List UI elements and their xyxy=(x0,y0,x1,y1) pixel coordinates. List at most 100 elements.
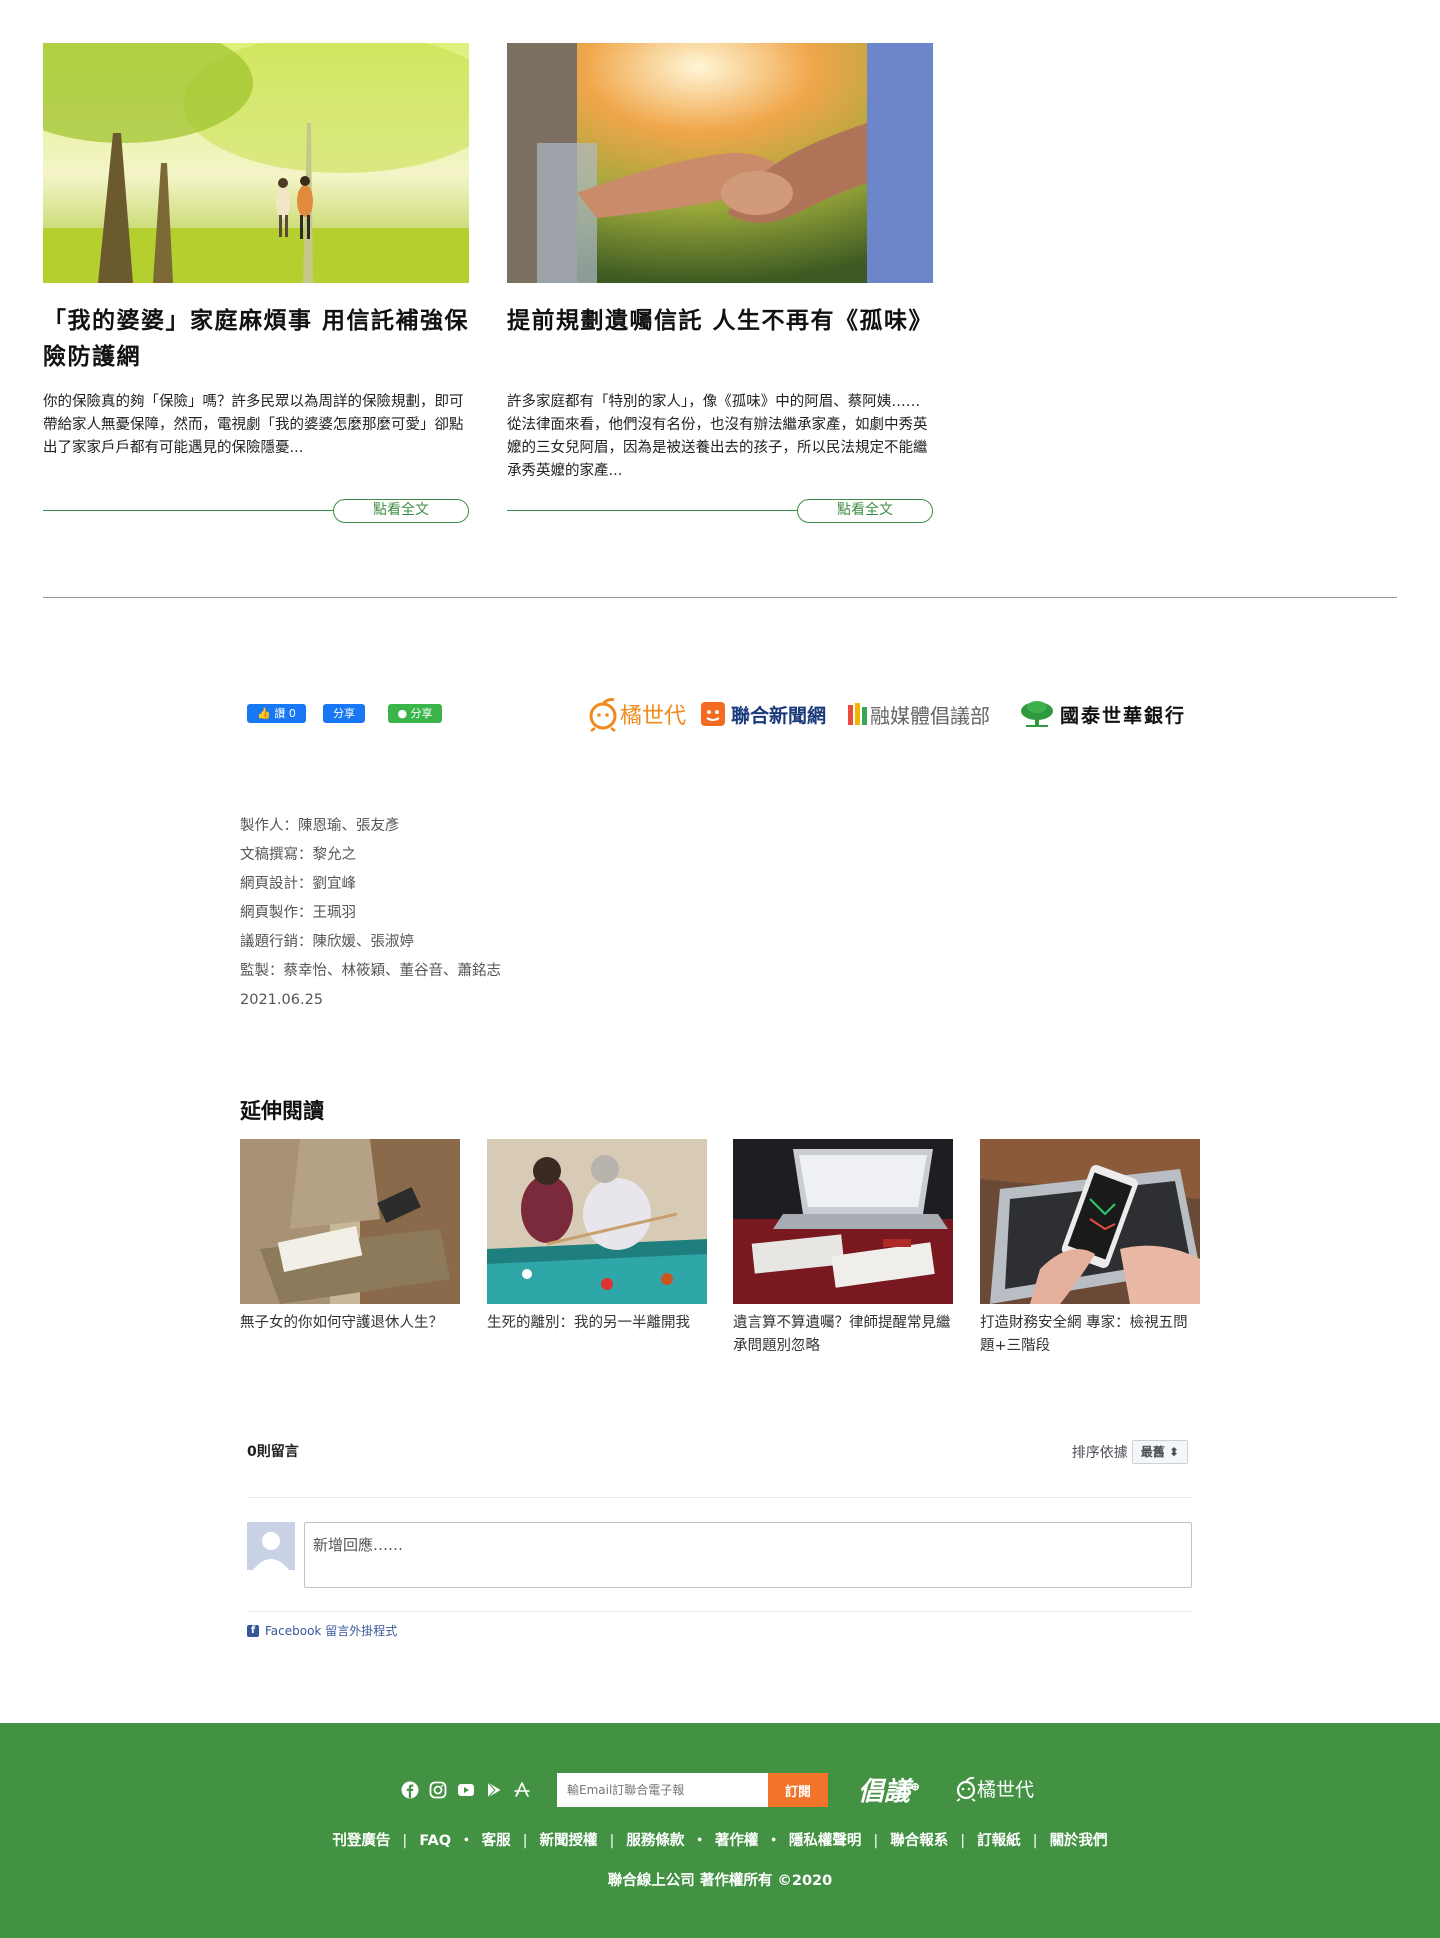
credit-line: 製作人：陳恩瑜、張友彥 xyxy=(240,818,400,834)
divider xyxy=(247,1611,1192,1612)
subscribe-button[interactable]: 訂閱 xyxy=(768,1773,828,1807)
readmore-row: 點看全文 xyxy=(507,499,933,523)
advocacy-logo-text: 倡議 xyxy=(858,1777,911,1807)
partner-name: 橘世代 xyxy=(620,704,687,729)
separator: | xyxy=(873,1833,879,1849)
facebook-share-button[interactable]: 分享 xyxy=(323,704,365,723)
related-thumbnail[interactable] xyxy=(980,1139,1200,1304)
footer-link-subscribe-paper[interactable]: 訂報紙 xyxy=(977,1833,1021,1849)
advocacy-icon xyxy=(848,703,867,725)
email-field[interactable] xyxy=(557,1773,768,1807)
facebook-comments: 0則留言 排序依據 最舊 ⬍ 新增回應…… f Facebook 留言外掛程式 xyxy=(247,1436,1192,1641)
avatar xyxy=(247,1522,295,1570)
partner-logos: 橘世代 聯合新聞網 融媒體倡議部 國泰世華銀行 xyxy=(588,692,1203,736)
article-image[interactable] xyxy=(43,43,469,283)
line-icon: ● xyxy=(397,707,408,720)
footer-link-advertise[interactable]: 刊登廣告 xyxy=(332,1833,390,1849)
section-divider xyxy=(43,597,1397,598)
udn-advocacy-logo[interactable]: 融媒體倡議部 xyxy=(846,692,990,736)
credits: 製作人：陳恩瑜、張友彥 文稿撰寫：黎允之 網頁設計：劉宜峰 網頁製作：王珮羽 議… xyxy=(240,812,740,1015)
comment-count: 0則留言 xyxy=(247,1444,299,1460)
line-share-label: 分享 xyxy=(410,707,433,720)
cathay-united-bank-logo[interactable]: 國泰世華銀行 xyxy=(1020,692,1186,736)
dot-separator: ・ xyxy=(692,1833,707,1849)
google-play-icon[interactable] xyxy=(485,1781,503,1799)
credit-line: 議題行銷：陳欣媛、張淑婷 xyxy=(240,934,414,950)
related-thumbnail[interactable] xyxy=(487,1139,707,1304)
sort-label: 排序依據 xyxy=(1071,1445,1128,1461)
footer-link-news-license[interactable]: 新聞授權 xyxy=(540,1833,598,1849)
partner-name: 國泰世華銀行 xyxy=(1060,704,1187,727)
footer-link-terms[interactable]: 服務條款 xyxy=(626,1833,684,1849)
youtube-icon[interactable] xyxy=(457,1781,475,1799)
related-caption[interactable]: 遺言算不算遺囑？律師提醒常見繼承問題別忽略 xyxy=(733,1312,953,1358)
related-item[interactable]: 生死的離別：我的另一半離開我 xyxy=(487,1139,707,1335)
decorative-line xyxy=(507,510,807,511)
plus-icon: ⊕ xyxy=(910,1779,921,1794)
read-more-button[interactable]: 點看全文 xyxy=(333,499,469,523)
related-reading-title: 延伸閱讀 xyxy=(240,1099,324,1123)
footer-link-privacy[interactable]: 隱私權聲明 xyxy=(789,1833,862,1849)
related-caption[interactable]: 打造財務安全網 專家：檢視五問題+三階段 xyxy=(980,1312,1200,1358)
article-title[interactable]: 提前規劃遺囑信託 人生不再有《孤味》 xyxy=(507,303,933,375)
related-item[interactable]: 無子女的你如何守護退休人生？ xyxy=(240,1139,460,1335)
plugin-label: Facebook 留言外掛程式 xyxy=(265,1624,398,1638)
footer-link-udn-group[interactable]: 聯合報系 xyxy=(890,1833,948,1849)
credit-line: 監製：蔡幸怡、林筱穎、董谷音、蕭銘志 xyxy=(240,963,501,979)
facebook-like-button[interactable]: 👍 讚 0 xyxy=(247,704,306,723)
article-cards: 「我的婆婆」家庭麻煩事 用信託補強保險防護網 你的保險真的夠「保險」嗎？許多民眾… xyxy=(43,43,933,523)
udn-logo[interactable]: 聯合新聞網 xyxy=(700,692,826,736)
article-image[interactable] xyxy=(507,43,933,283)
related-item[interactable]: 打造財務安全網 專家：檢視五問題+三階段 xyxy=(980,1139,1200,1358)
related-caption[interactable]: 生死的離別：我的另一半離開我 xyxy=(487,1312,707,1335)
dot-separator: ・ xyxy=(766,1833,781,1849)
orange-generation-text: 橘世代 xyxy=(977,1779,1035,1801)
related-thumbnail[interactable] xyxy=(240,1139,460,1304)
newsletter-subscribe: 訂閱 xyxy=(557,1773,828,1807)
readmore-row: 點看全文 xyxy=(43,499,469,523)
article-excerpt: 許多家庭都有「特別的家人」，像《孤味》中的阿眉、蔡阿姨……從法律面來看，他們沒有… xyxy=(507,394,928,479)
sort-select[interactable]: 最舊 ⬍ xyxy=(1131,1440,1188,1464)
facebook-plugin-link[interactable]: f Facebook 留言外掛程式 xyxy=(247,1622,397,1639)
footer-link-faq[interactable]: FAQ xyxy=(419,1833,451,1849)
separator: | xyxy=(960,1833,966,1849)
separator: | xyxy=(609,1833,615,1849)
social-links xyxy=(401,1780,541,1800)
article-card[interactable]: 「我的婆婆」家庭麻煩事 用信託補強保險防護網 你的保險真的夠「保險」嗎？許多民眾… xyxy=(43,43,469,523)
footer-nav: 刊登廣告 | FAQ ・客服 | 新聞授權 | 服務條款・著作權・隱私權聲明 | 聯合報系 | 訂報紙… xyxy=(0,1829,1440,1850)
credit-line: 網頁製作：王珮羽 xyxy=(240,905,356,921)
publish-date: 2021.06.25 xyxy=(240,992,324,1008)
related-item[interactable]: 遺言算不算遺囑？律師提醒常見繼承問題別忽略 xyxy=(733,1139,953,1358)
separator: | xyxy=(522,1833,528,1849)
app-store-icon[interactable] xyxy=(513,1781,531,1799)
line-share-button[interactable]: ● 分享 xyxy=(388,704,442,723)
default-avatar-icon xyxy=(247,1522,295,1570)
orange-mascot-icon xyxy=(589,698,617,732)
footer-link-about[interactable]: 關於我們 xyxy=(1050,1833,1108,1849)
facebook-icon[interactable] xyxy=(401,1781,419,1799)
footer-link-copyright[interactable]: 著作權 xyxy=(715,1833,759,1849)
read-more-button[interactable]: 點看全文 xyxy=(797,499,933,523)
orange-mascot-icon xyxy=(956,1776,976,1802)
thumbs-up-icon: 👍 xyxy=(257,707,271,720)
comment-input[interactable]: 新增回應…… xyxy=(304,1522,1192,1588)
credit-line: 網頁設計：劉宜峰 xyxy=(240,876,356,892)
dot-separator: ・ xyxy=(459,1833,474,1849)
credit-line: 文稿撰寫：黎允之 xyxy=(240,847,356,863)
decorative-line xyxy=(43,510,343,511)
instagram-icon[interactable] xyxy=(429,1781,447,1799)
facebook-like-label: 讚 0 xyxy=(274,707,296,720)
separator: | xyxy=(402,1833,408,1849)
article-title[interactable]: 「我的婆婆」家庭麻煩事 用信託補強保險防護網 xyxy=(43,303,469,375)
orange-generation-logo[interactable]: 橘世代 xyxy=(588,692,686,736)
article-excerpt: 你的保險真的夠「保險」嗎？許多民眾以為周詳的保險規劃，即可帶給家人無憂保障，然而… xyxy=(43,394,464,456)
orange-generation-footer-logo[interactable]: 橘世代 xyxy=(955,1775,1034,1802)
article-card[interactable]: 提前規劃遺囑信託 人生不再有《孤味》 許多家庭都有「特別的家人」，像《孤味》中的… xyxy=(507,43,933,523)
related-reading-list: 無子女的你如何守護退休人生？ 生死的離別：我的另一半離開我 遺言算不算遺囑？律師… xyxy=(240,1139,1200,1359)
related-thumbnail[interactable] xyxy=(733,1139,953,1304)
tree-icon xyxy=(1021,701,1053,727)
partner-name: 融媒體倡議部 xyxy=(870,703,990,728)
footer-link-support[interactable]: 客服 xyxy=(482,1833,511,1849)
related-caption[interactable]: 無子女的你如何守護退休人生？ xyxy=(240,1312,460,1335)
advocacy-logo[interactable]: 倡議⊕ xyxy=(858,1771,920,1808)
